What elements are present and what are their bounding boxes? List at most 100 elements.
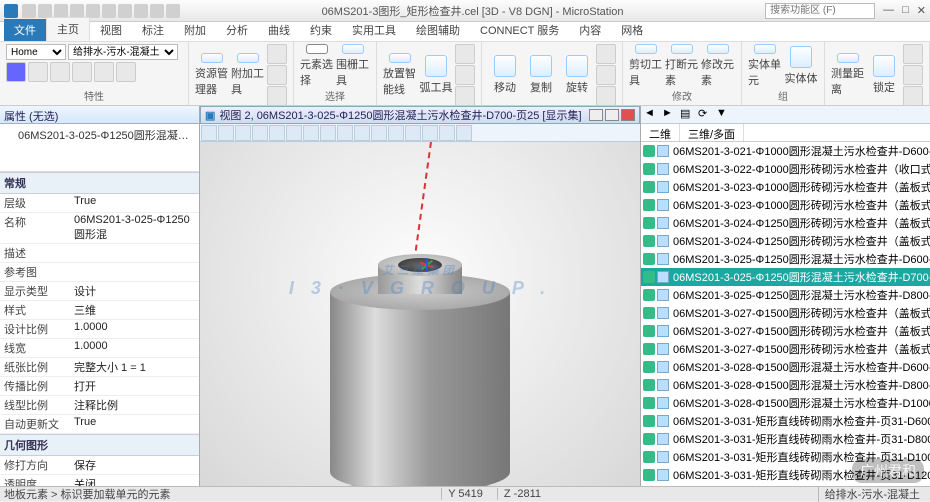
- cell-list-item[interactable]: 06MS201-3-025-Φ1250圆形混凝土污水检查井-D600-页25: [641, 250, 930, 268]
- cell-list-item[interactable]: 06MS201-3-027-Φ1500圆形砖砌污水检查井（盖板式）-D600-页…: [641, 304, 930, 322]
- view-titlebar[interactable]: ▣ 视图 2, 06MS201-3-025-Φ1250圆形混凝土污水检查井-D7…: [200, 106, 640, 124]
- prop-value[interactable]: 设计: [70, 282, 199, 300]
- view-tool-icon[interactable]: [439, 125, 455, 141]
- prop-row[interactable]: 线型比例注释比例: [0, 396, 199, 415]
- 3d-viewport[interactable]: 艾三维集团 I 3 · V G R O U P .: [200, 142, 640, 486]
- prop-row[interactable]: 描述: [0, 244, 199, 263]
- cell-list-item[interactable]: 06MS201-3-025-Φ1250圆形混凝土污水检查井-D800-页25: [641, 286, 930, 304]
- tab-curves[interactable]: 曲线: [258, 19, 300, 41]
- view-max-icon[interactable]: [605, 109, 619, 121]
- prop-value[interactable]: 1.0000: [70, 339, 199, 357]
- prop-row[interactable]: 线宽1.0000: [0, 339, 199, 358]
- view-tool-icon[interactable]: [218, 125, 234, 141]
- qat-save-icon[interactable]: [22, 4, 36, 18]
- fill-icon[interactable]: [72, 62, 92, 82]
- view-tool-icon[interactable]: [235, 125, 251, 141]
- prop-value[interactable]: True: [70, 415, 199, 433]
- cell-list-item[interactable]: 06MS201-3-028-Φ1500圆形混凝土污水检查井-D600-页28: [641, 358, 930, 376]
- tool-icon[interactable]: [455, 65, 475, 85]
- qat-print-icon[interactable]: [70, 4, 84, 18]
- tab-annotate[interactable]: 标注: [132, 19, 174, 41]
- tree-item[interactable]: 06MS201-3-025-Φ1250圆形混凝土污水检查井-D700-页: [4, 126, 195, 144]
- tab-file[interactable]: 文件: [4, 19, 46, 41]
- close-icon[interactable]: ✕: [917, 4, 926, 17]
- tab-view[interactable]: 视图: [90, 19, 132, 41]
- tool-icon[interactable]: [267, 44, 287, 64]
- tab-home[interactable]: 主页: [46, 17, 90, 41]
- view-tool-icon[interactable]: [337, 125, 353, 141]
- select-button[interactable]: 元素选择: [300, 44, 334, 88]
- view-tool-icon[interactable]: [320, 125, 336, 141]
- tool-icon[interactable]: [267, 86, 287, 106]
- tab-connect[interactable]: CONNECT 服务: [470, 19, 569, 41]
- weight-icon[interactable]: [50, 62, 70, 82]
- prop-row[interactable]: 修打方向保存: [0, 456, 199, 475]
- lock-button[interactable]: 锁定: [867, 53, 901, 97]
- prop-value[interactable]: 06MS201-3-025-Φ1250圆形混: [70, 213, 199, 243]
- filter-icon[interactable]: ▤: [680, 107, 696, 123]
- prop-value[interactable]: 打开: [70, 377, 199, 395]
- qat-icon[interactable]: [166, 4, 180, 18]
- cell-list-item[interactable]: 06MS201-3-025-Φ1250圆形混凝土污水检查井-D700-页25: [641, 268, 930, 286]
- cell-list-item[interactable]: 06MS201-3-031-矩形直线砖砌雨水检查井-页31-D800: [641, 430, 930, 448]
- transparency-icon[interactable]: [94, 62, 114, 82]
- modify-button[interactable]: 修改元素: [701, 44, 735, 88]
- tool-icon[interactable]: [455, 44, 475, 64]
- copy-button[interactable]: 复制: [524, 53, 558, 97]
- cell-list-item[interactable]: 06MS201-3-027-Φ1500圆形砖砌污水检查井（盖板式）-D1000-…: [641, 340, 930, 358]
- qat-undo-icon[interactable]: [38, 4, 52, 18]
- prop-row[interactable]: 传播比例打开: [0, 377, 199, 396]
- view-tool-icon[interactable]: [201, 125, 217, 141]
- cell-list-item[interactable]: 06MS201-3-023-Φ1000圆形砖砌污水检查井（盖板式）-D800-页…: [641, 196, 930, 214]
- tool-icon[interactable]: [903, 44, 923, 64]
- tab-analyze[interactable]: 分析: [216, 19, 258, 41]
- view-toolbar[interactable]: [200, 124, 640, 142]
- tab-drawing-aids[interactable]: 绘图辅助: [406, 19, 470, 41]
- cell-list-item[interactable]: 06MS201-3-024-Φ1250圆形砖砌污水检查井（盖板式）-D600-页…: [641, 214, 930, 232]
- prop-row[interactable]: 纸张比例完整大小 1 = 1: [0, 358, 199, 377]
- view-close-icon[interactable]: [621, 109, 635, 121]
- prop-section[interactable]: 几何图形: [0, 434, 199, 456]
- prop-value[interactable]: True: [70, 194, 199, 212]
- smartline-button[interactable]: 放置智能线: [383, 53, 417, 97]
- prop-row[interactable]: 样式三维: [0, 301, 199, 320]
- prop-value[interactable]: 1.0000: [70, 320, 199, 338]
- tab-3d[interactable]: 三维/多面: [680, 124, 744, 141]
- qat-icon[interactable]: [150, 4, 164, 18]
- prop-value[interactable]: 三维: [70, 301, 199, 319]
- prop-row[interactable]: 参考图: [0, 263, 199, 282]
- color-picker-icon[interactable]: [6, 62, 26, 82]
- manhole-model[interactable]: [330, 262, 510, 486]
- cell-list-item[interactable]: 06MS201-3-028-Φ1500圆形混凝土污水检查井-D1000-页28: [641, 394, 930, 412]
- prop-row[interactable]: 设计比例1.0000: [0, 320, 199, 339]
- fence-button[interactable]: 围栅工具: [336, 44, 370, 88]
- qat-redo-icon[interactable]: [54, 4, 68, 18]
- explorer-button[interactable]: 资源管理器: [195, 53, 229, 97]
- tab-attach[interactable]: 附加: [174, 19, 216, 41]
- solid-button[interactable]: 实体单元: [748, 44, 782, 88]
- gizmo-icon[interactable]: [416, 260, 426, 270]
- cell-list-item[interactable]: 06MS201-3-027-Φ1500圆形砖砌污水检查井（盖板式）-D800-页…: [641, 322, 930, 340]
- cell-list-item[interactable]: 06MS201-3-024-Φ1250圆形砖砌污水检查井（盖板式）-D800-页…: [641, 232, 930, 250]
- linestyle-icon[interactable]: [28, 62, 48, 82]
- qat-open-icon[interactable]: [86, 4, 100, 18]
- refresh-icon[interactable]: ⟳: [698, 107, 714, 123]
- prop-section[interactable]: 常规: [0, 172, 199, 194]
- tool-icon[interactable]: [903, 65, 923, 85]
- rotate-button[interactable]: 旋转: [560, 53, 594, 97]
- prop-row[interactable]: 显示类型设计: [0, 282, 199, 301]
- tab-2d[interactable]: 二维: [641, 124, 680, 141]
- prop-row[interactable]: 层级True: [0, 194, 199, 213]
- tab-utilities[interactable]: 实用工具: [342, 19, 406, 41]
- tool-icon[interactable]: [267, 65, 287, 85]
- layer-select[interactable]: 给排水-污水-混凝土: [68, 44, 178, 60]
- solidtool-button[interactable]: 实体体: [784, 44, 818, 88]
- qat-icon[interactable]: [134, 4, 148, 18]
- cell-list-item[interactable]: 06MS201-3-031-矩形直线砖砌雨水检查井-页31-D600: [641, 412, 930, 430]
- prop-value[interactable]: 关闭: [70, 475, 199, 486]
- maximize-icon[interactable]: □: [902, 4, 909, 17]
- cell-list-item[interactable]: 06MS201-3-022-Φ1000圆形砖砌污水检查井（收口式）-页22: [641, 160, 930, 178]
- tab-content[interactable]: 内容: [569, 19, 611, 41]
- view-tool-icon[interactable]: [252, 125, 268, 141]
- view-tool-icon[interactable]: [388, 125, 404, 141]
